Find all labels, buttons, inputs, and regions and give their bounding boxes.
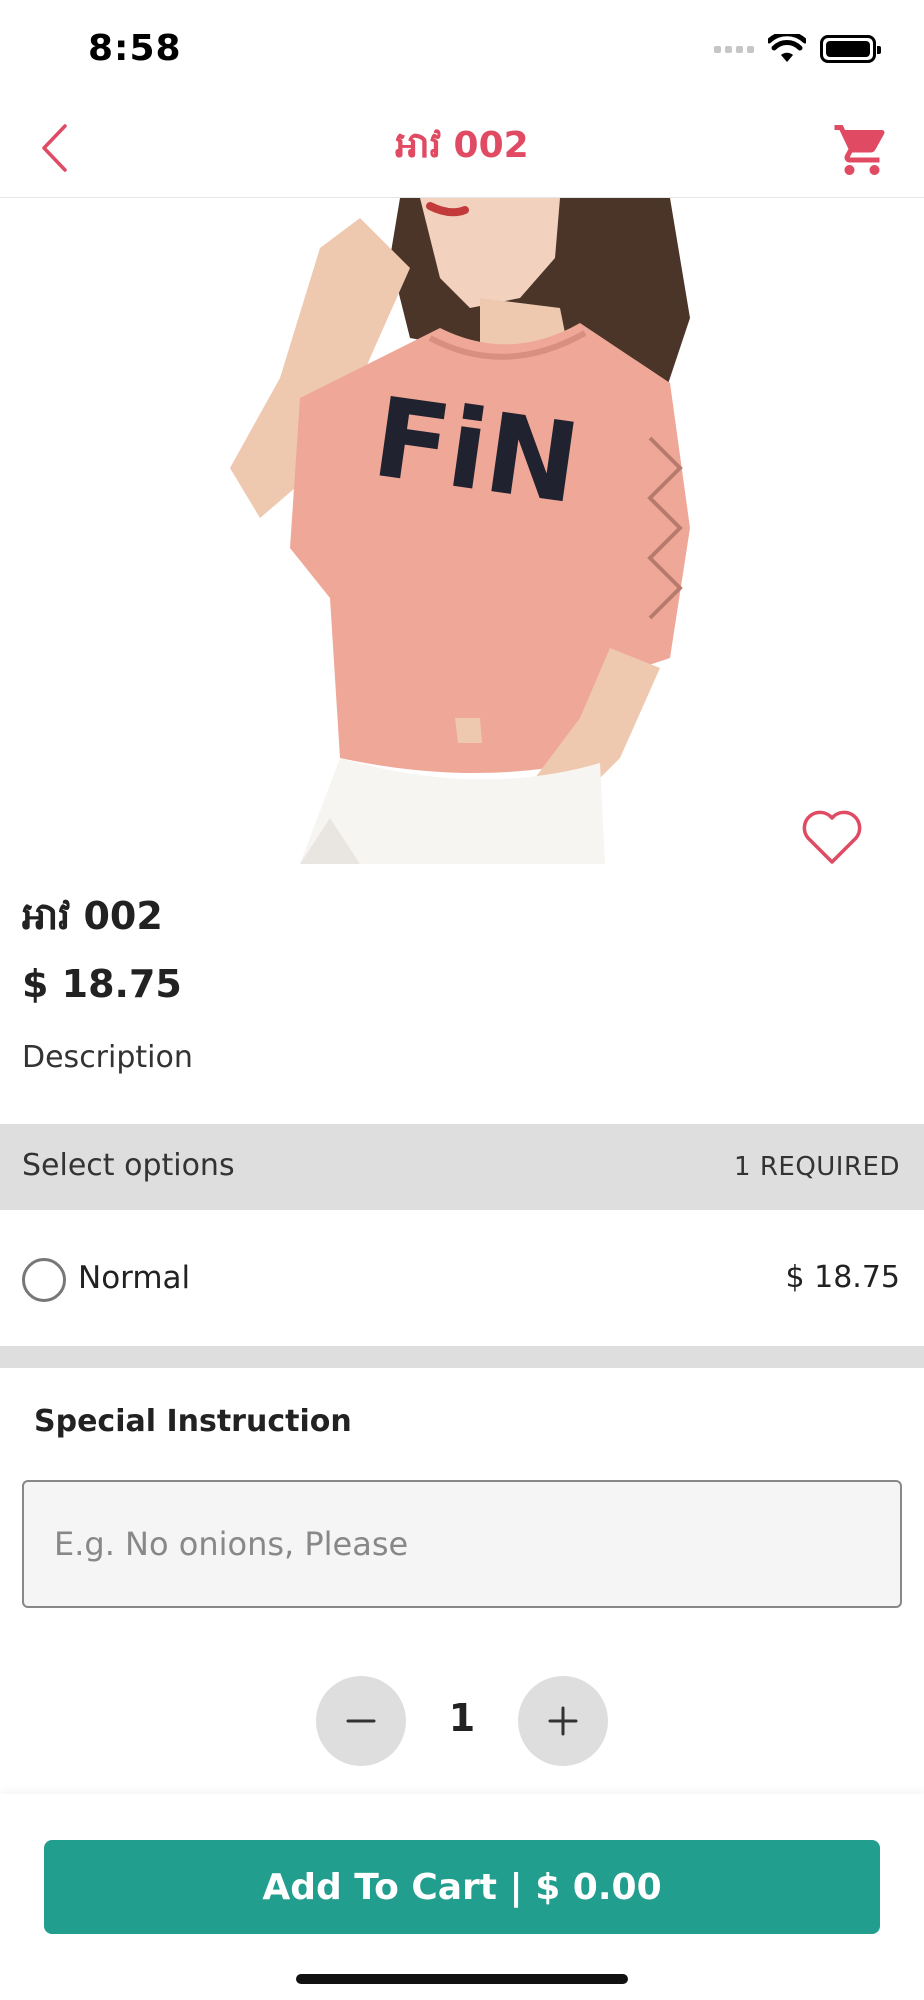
favorite-button[interactable] [800,808,864,864]
options-required-badge: 1 REQUIRED [734,1152,900,1182]
product-photo: FiN [0,198,924,864]
battery-icon [820,35,881,63]
plus-icon [548,1706,578,1736]
bottom-bar: Add To Cart | $ 0.00 [0,1794,924,2000]
section-divider [0,1346,924,1368]
quantity-stepper: 1 [316,1676,608,1766]
home-indicator [296,1974,628,1984]
minus-icon [346,1719,376,1723]
special-instruction-title: Special Instruction [34,1404,352,1439]
option-row-normal[interactable]: Normal $ 18.75 [0,1210,924,1346]
option-price: $ 18.75 [785,1260,900,1295]
product-description: Description [22,1040,193,1075]
wifi-icon [768,34,806,62]
page-title: អាវ 002 [395,125,529,166]
special-instruction-input[interactable] [22,1480,902,1608]
decrease-button[interactable] [316,1676,406,1766]
status-time: 8:58 [88,28,182,69]
options-header: Select options 1 REQUIRED [0,1124,924,1210]
product-image: FiN [0,198,924,864]
option-label: Normal [78,1260,191,1296]
status-bar: 8:58 [0,0,924,100]
nav-bar: អាវ 002 [0,100,924,198]
options-title: Select options [22,1148,235,1183]
add-to-cart-button[interactable]: Add To Cart | $ 0.00 [44,1840,880,1934]
radio-button[interactable] [22,1258,66,1302]
signal-icon [714,45,754,53]
status-icons [714,34,881,64]
cart-icon [834,125,885,175]
increase-button[interactable] [518,1676,608,1766]
quantity-value: 1 [448,1696,476,1740]
product-price: $ 18.75 [22,962,182,1006]
heart-outline-icon [802,810,862,864]
cart-button[interactable] [832,120,892,180]
product-name: អាវ 002 [22,894,163,938]
